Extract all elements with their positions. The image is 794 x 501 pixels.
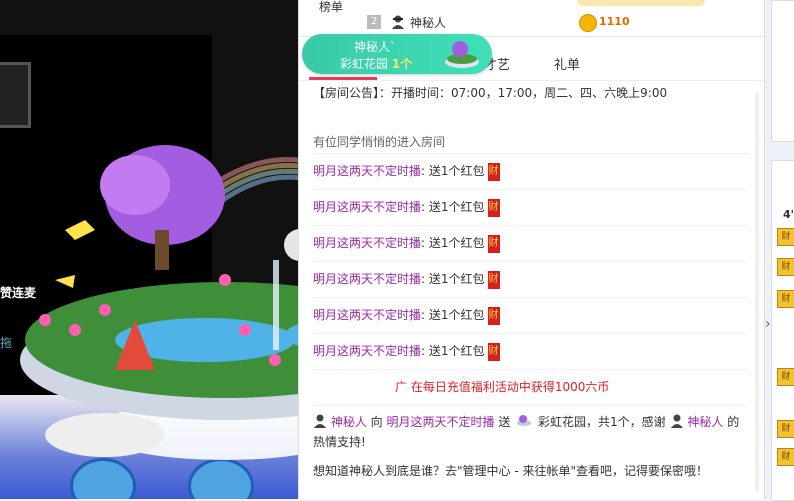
right-list-item[interactable]: 财	[777, 228, 794, 246]
message-text: : 送1个红包	[421, 164, 485, 178]
gift-thumbnail-icon	[445, 41, 479, 68]
list-item: 明月这两天不定时播: 送1个红包财	[313, 334, 749, 370]
message-text: : 送1个红包	[421, 272, 485, 286]
red-packet-icon[interactable]: 财	[487, 234, 500, 253]
gift-thumbnail-icon	[517, 415, 532, 426]
red-packet-icon[interactable]: 财	[487, 306, 500, 325]
right-list-item[interactable]: 财	[777, 258, 794, 276]
list-item: 明月这两天不定时播: 送1个红包财	[313, 226, 749, 262]
popup-gift-count: 1个	[391, 57, 413, 71]
message-text: : 送1个红包	[421, 308, 485, 322]
tab-active-indicator	[309, 77, 377, 80]
thanked-user-link[interactable]: 神秘人	[687, 415, 723, 429]
rank-row[interactable]: 2 神秘人 1110	[367, 12, 722, 32]
rank-topbar	[577, 0, 705, 6]
message-text: ，共1个，感谢	[586, 415, 666, 429]
right-partial-number: 4'	[783, 208, 794, 221]
rank-area: 榜单 2 神秘人 1110	[299, 0, 765, 37]
gift-name: 彩虹花园	[538, 415, 587, 429]
user-link[interactable]: 明月这两天不定时播	[313, 308, 421, 322]
welfare-prefix: 广	[395, 380, 408, 394]
receiver-link[interactable]: 明月这两天不定时播	[387, 415, 495, 429]
popup-user: 神秘人`	[354, 40, 397, 54]
welfare-text: 在每日充值福利活动中获得1000六币	[410, 380, 610, 394]
user-link[interactable]: 明月这两天不定时播	[313, 236, 421, 250]
message-text: 向	[370, 415, 383, 429]
mystery-user-icon	[314, 414, 326, 428]
right-list-item[interactable]: 财	[777, 290, 794, 308]
popup-gift-name: 彩虹花园	[340, 57, 389, 71]
welfare-message: 广 在每日充值福利活动中获得1000六币	[313, 370, 749, 406]
list-item: 明月这两天不定时播: 送1个红包财	[313, 298, 749, 334]
right-list-item[interactable]: 财	[777, 448, 794, 466]
rank-name: 神秘人	[410, 16, 447, 30]
gift-popup[interactable]: 神秘人` 彩虹花园 1个	[302, 34, 492, 74]
mystery-user-icon	[392, 15, 404, 29]
hint-message: 想知道神秘人到底是谁？去"管理中心 - 来往帐单"查看吧，记得要保密哦！	[313, 464, 709, 478]
gift-message: 神秘人 向 明月这两天不定时播 送 彩虹花园，共1个，感谢 神秘人 的热情支持!	[313, 412, 749, 452]
red-packet-icon[interactable]: 财	[487, 342, 500, 361]
chat-messages: 【房间公告】：开播时间：07:00，17:00，周二、四、六晚上9:00 有位同…	[313, 84, 749, 480]
user-link[interactable]: 明月这两天不定时播	[313, 344, 421, 358]
rank-label[interactable]: 榜单	[319, 0, 343, 15]
rank-score: 1110	[599, 15, 630, 28]
system-message: 有位同学悄悄的进入房间	[313, 135, 446, 149]
right-list-item[interactable]: 财	[777, 420, 794, 438]
rank-number: 2	[367, 15, 381, 29]
message-text: 送	[498, 415, 511, 429]
chat-panel: 榜单 2 神秘人 1110 全部 聊天 点才艺 礼单 【房间公告】：开播时间：0…	[298, 0, 765, 499]
tab-gift-list[interactable]: 礼单	[554, 54, 580, 73]
message-text: : 送1个红包	[421, 200, 485, 214]
list-item: 明月这两天不定时播: 送1个红包财	[313, 262, 749, 298]
room-notice: 【房间公告】：开播时间：07:00，17:00，周二、四、六晚上9:00	[313, 86, 668, 100]
list-item: 明月这两天不定时播: 送1个红包财	[313, 190, 749, 226]
video-overlay-text-2: 拖	[0, 336, 13, 350]
list-item: 明月这两天不定时播: 送1个红包财	[313, 154, 749, 190]
right-list-item[interactable]: 财	[777, 368, 794, 386]
user-link[interactable]: 明月这两天不定时播	[313, 200, 421, 214]
right-side-panel: 4' 财 财 财 财 财 财 ›	[764, 0, 794, 501]
chat-scrollbar[interactable]	[755, 92, 759, 492]
chevron-right-icon[interactable]: ›	[765, 312, 777, 336]
coin-icon	[579, 14, 597, 32]
monitor-icon	[0, 62, 31, 128]
message-text: : 送1个红包	[421, 344, 485, 358]
message-text: : 送1个红包	[421, 236, 485, 250]
popup-gift: 彩虹花园 1个	[340, 55, 412, 72]
right-box-top	[771, 0, 794, 142]
user-link[interactable]: 明月这两天不定时播	[313, 272, 421, 286]
red-packet-icon[interactable]: 财	[487, 270, 500, 289]
red-packet-icon[interactable]: 财	[487, 198, 500, 217]
mystery-user-icon	[670, 414, 683, 428]
red-packet-icon[interactable]: 财	[487, 162, 500, 181]
sender-link[interactable]: 神秘人	[331, 415, 367, 429]
user-link[interactable]: 明月这两天不定时播	[313, 164, 421, 178]
